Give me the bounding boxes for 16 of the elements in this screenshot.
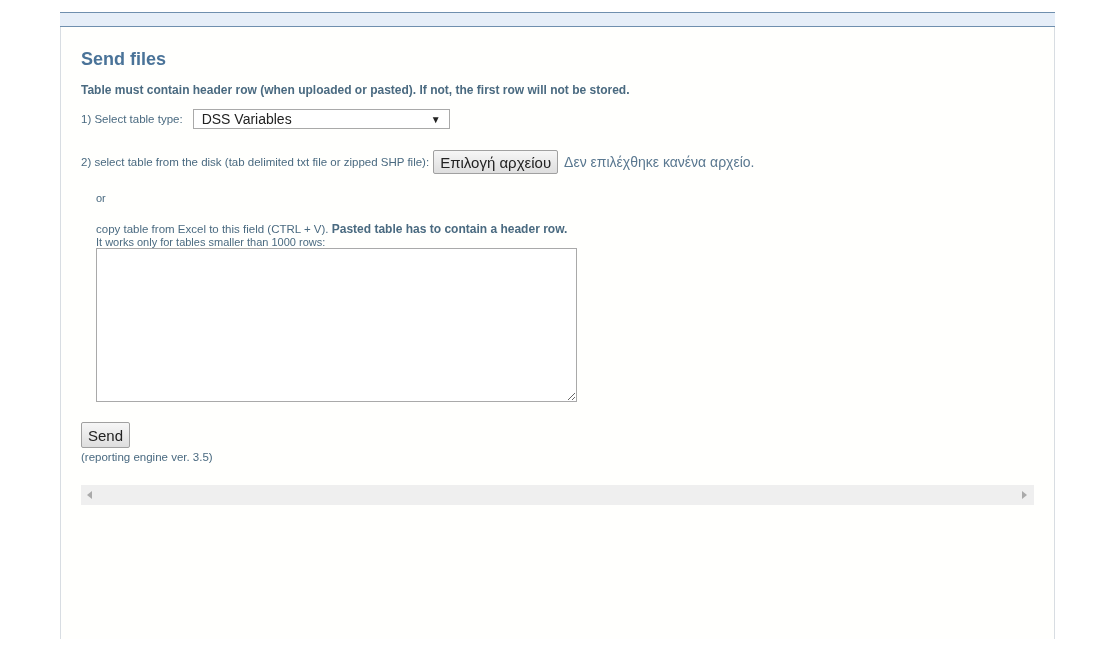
file-status-text: Δεν επιλέχθηκε κανένα αρχείο. [564, 154, 755, 170]
or-text: or [96, 192, 107, 204]
paste-instruction: copy table from Excel to this field (CTRL + V). Pasted table has to contain a header row. [96, 222, 569, 236]
notice-text: Table must contain header row (when uploaded or pasted). If not, the first row will not be stored. [81, 83, 631, 97]
scroll-left-icon[interactable] [87, 491, 93, 499]
table-type-dropdown[interactable]: DSS Variables ▼ [192, 109, 450, 129]
send-button[interactable]: Send [81, 422, 131, 448]
horizontal-scrollbar[interactable] [81, 485, 1034, 505]
field-label: 2) select table from the disk (tab delimited txt file or zipped SHP file): [81, 156, 430, 168]
paste-textarea[interactable] [96, 248, 577, 402]
row-limit-note: It works only for tables smaller than 1000 rows: [96, 236, 327, 248]
section-title: Send files [81, 49, 168, 70]
version-text: (reporting engine ver. 3.5) [81, 451, 214, 463]
choose-file-button[interactable]: Επιλογή αρχείου [433, 150, 559, 174]
field-label: 1) Select table type: [81, 113, 183, 125]
scroll-right-icon[interactable] [1022, 491, 1028, 499]
